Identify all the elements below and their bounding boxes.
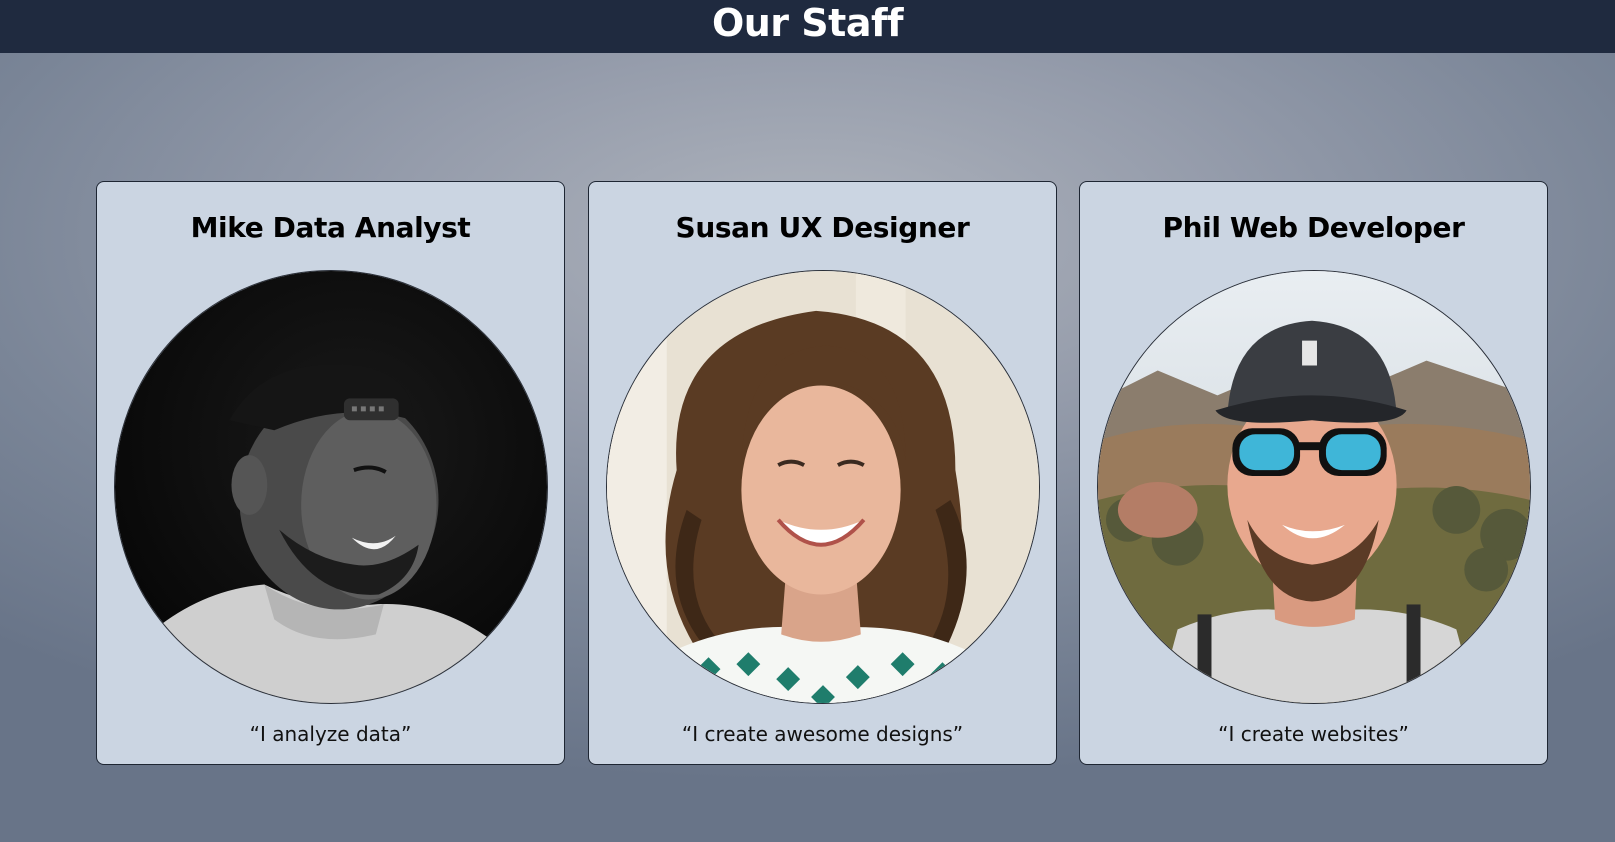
staff-photo-susan <box>606 270 1040 704</box>
staff-quote: “I analyze data” <box>249 722 412 746</box>
staff-photo-phil <box>1097 270 1531 704</box>
staff-quote: “I create awesome designs” <box>681 722 964 746</box>
man-sunglasses-portrait-icon <box>1098 271 1530 703</box>
staff-quote: “I create websites” <box>1218 722 1409 746</box>
woman-portrait-icon <box>607 271 1039 703</box>
page-title: Our Staff <box>711 1 904 45</box>
page-header: Our Staff <box>0 0 1615 53</box>
staff-name: Mike Data Analyst <box>190 211 471 244</box>
staff-card-mike: Mike Data Analyst “I analyze data” <box>96 181 565 765</box>
staff-card-phil: Phil Web Developer “I create websites” <box>1079 181 1548 765</box>
staff-photo-mike <box>114 270 548 704</box>
staff-name: Phil Web Developer <box>1162 211 1465 244</box>
staff-card-susan: Susan UX Designer “I create awesome desi… <box>588 181 1057 765</box>
man-portrait-icon <box>115 271 547 703</box>
staff-name: Susan UX Designer <box>675 211 970 244</box>
